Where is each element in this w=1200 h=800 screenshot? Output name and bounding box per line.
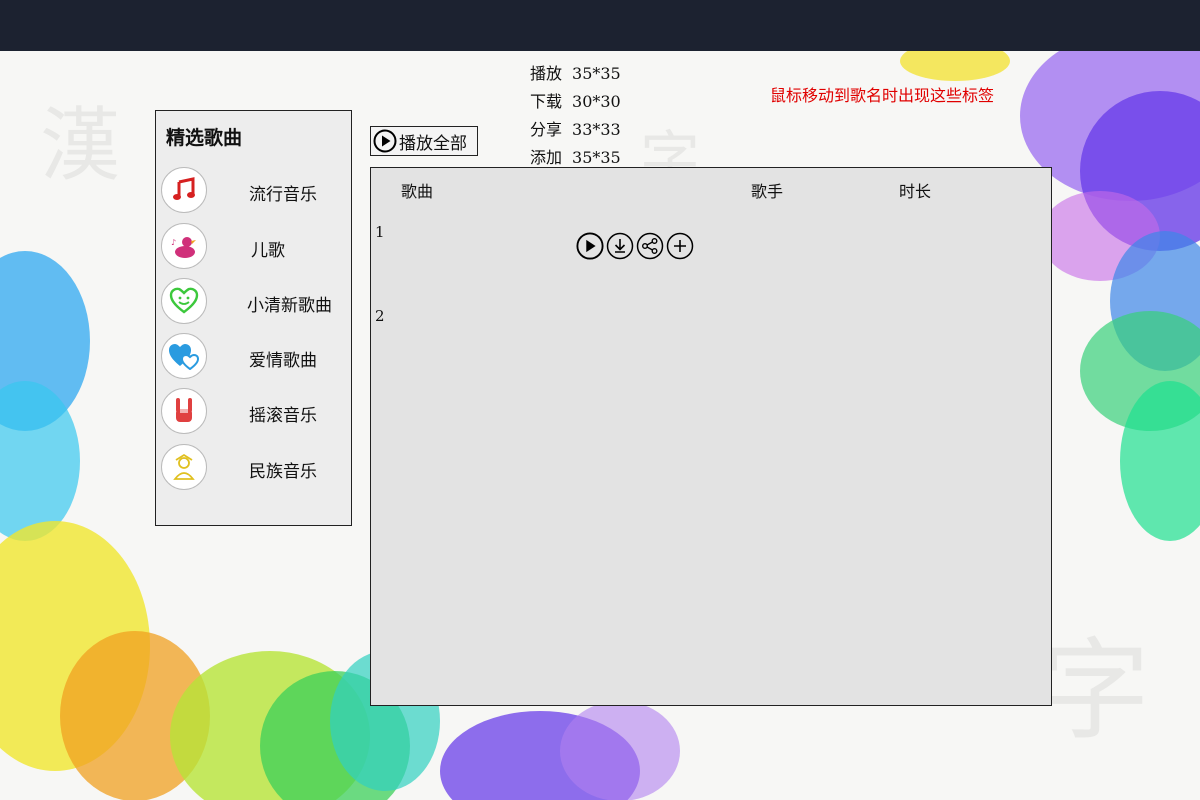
- category-pop[interactable]: 流行音乐: [161, 167, 351, 213]
- legend-size: 35*35: [572, 64, 621, 83]
- duck-icon: ♪: [161, 223, 207, 269]
- person-icon: [161, 444, 207, 490]
- category-label: 爱情歌曲: [249, 351, 317, 371]
- legend-size: 30*30: [572, 92, 621, 111]
- play-all-label: 播放全部: [399, 133, 467, 154]
- category-label: 民族音乐: [249, 462, 317, 482]
- svg-text:♪: ♪: [171, 238, 176, 247]
- featured-songs-panel: 精选歌曲 流行音乐 ♪ 儿歌 小清新歌曲 爱情歌曲 摇滚音乐 民族音乐: [155, 110, 352, 526]
- header-song: 歌曲: [401, 182, 434, 201]
- play-circle-icon: [373, 129, 397, 153]
- category-fresh[interactable]: 小清新歌曲: [161, 278, 351, 324]
- legend-row: 播放 35*35: [530, 60, 631, 88]
- header-duration: 时长: [899, 182, 932, 201]
- music-note-icon: [161, 167, 207, 213]
- category-label: 儿歌: [251, 241, 285, 261]
- share-icon[interactable]: [636, 232, 664, 260]
- size-legend: 播放 35*35 下载 30*30 分享 33*33 添加 35*35: [530, 60, 631, 172]
- legend-size: 35*35: [572, 148, 621, 167]
- row-number: 1: [375, 223, 385, 241]
- rock-hand-icon: [161, 388, 207, 434]
- category-label: 小清新歌曲: [247, 296, 332, 316]
- play-icon[interactable]: [576, 232, 604, 260]
- category-love[interactable]: 爱情歌曲: [161, 333, 351, 379]
- play-all-button[interactable]: 播放全部: [370, 126, 478, 156]
- heart-smile-icon: [161, 278, 207, 324]
- panel-title: 精选歌曲: [166, 127, 243, 149]
- legend-label: 分享: [530, 120, 563, 139]
- song-table: 歌曲 歌手 时长 1 2: [370, 167, 1052, 706]
- category-folk[interactable]: 民族音乐: [161, 444, 351, 490]
- category-label: 流行音乐: [249, 185, 317, 205]
- download-icon[interactable]: [606, 232, 634, 260]
- legend-row: 下载 30*30: [530, 88, 631, 116]
- top-bar: [0, 0, 1200, 51]
- category-label: 摇滚音乐: [249, 406, 317, 426]
- row-number: 2: [375, 307, 385, 325]
- legend-size: 33*33: [572, 120, 621, 139]
- add-icon[interactable]: [666, 232, 694, 260]
- row-actions: [576, 232, 694, 260]
- legend-row: 分享 33*33: [530, 116, 631, 144]
- hearts-icon: [161, 333, 207, 379]
- hover-hint-text: 鼠标移动到歌名时出现这些标签: [770, 86, 995, 105]
- category-kids[interactable]: ♪ 儿歌: [161, 223, 351, 269]
- category-rock[interactable]: 摇滚音乐: [161, 388, 351, 434]
- header-singer: 歌手: [751, 182, 784, 201]
- legend-label: 播放: [530, 64, 563, 83]
- legend-label: 添加: [530, 148, 563, 167]
- legend-label: 下载: [530, 92, 563, 111]
